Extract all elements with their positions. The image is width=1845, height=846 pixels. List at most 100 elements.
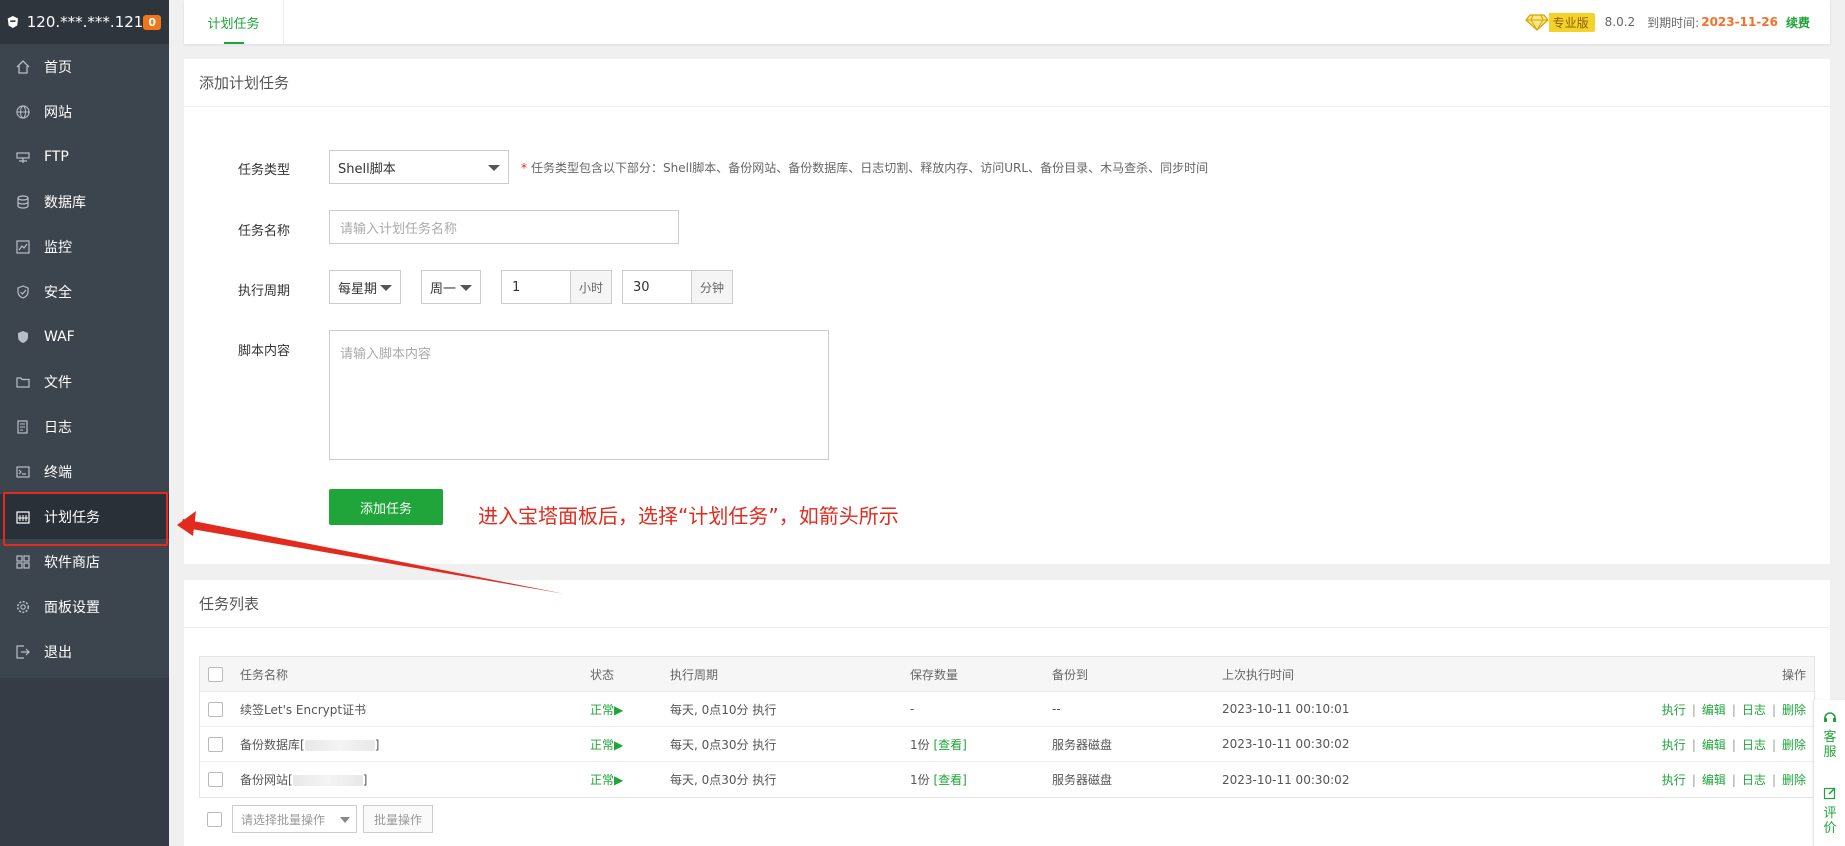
row-checkbox[interactable]: [208, 736, 223, 752]
version-number: 8.0.2: [1604, 15, 1636, 29]
sidebar-item-4[interactable]: 监控: [0, 224, 169, 269]
task-name: 备份数据库[]: [240, 737, 380, 752]
run-link[interactable]: 执行: [1662, 773, 1686, 787]
monitor-icon: [16, 239, 30, 254]
delete-link[interactable]: 删除: [1782, 773, 1806, 787]
task-dest: 服务器磁盘: [1052, 773, 1113, 787]
run-link[interactable]: 执行: [1662, 703, 1686, 717]
row-checkbox[interactable]: [208, 772, 223, 787]
table-row: 备份网站[] 正常▶ 每天, 0点30分 执行 1份 [查看] 服务器磁盘 20…: [200, 762, 1814, 797]
minute-input[interactable]: 30: [622, 270, 693, 304]
annotation-text: 进入宝塔面板后，选择“计划任务”，如箭头所示: [478, 504, 899, 528]
log-link[interactable]: 日志: [1742, 773, 1766, 787]
task-period: 每天, 0点30分 执行: [670, 737, 777, 752]
period-type-select[interactable]: 每星期: [329, 270, 401, 304]
sidebar-item-label: WAF: [44, 328, 75, 345]
server-ip: 120.***.***.121: [26, 13, 144, 31]
sidebar-item-label: 安全: [44, 284, 72, 301]
sidebar-item-13[interactable]: 退出: [0, 629, 169, 674]
sidebar-item-label: 首页: [44, 59, 72, 76]
sidebar: 120.***.***.121 0 首页网站 FTP 数据库 监控安全 WAF 文件日志终…: [0, 0, 169, 846]
sidebar-item-label: 日志: [44, 419, 72, 436]
logout-icon: [16, 644, 30, 659]
run-link[interactable]: 执行: [1662, 738, 1686, 752]
hour-input[interactable]: 1: [501, 270, 571, 304]
sidebar-item-label: FTP: [44, 148, 69, 165]
col-last-run: 上次执行时间: [1222, 667, 1295, 682]
batch-action-select[interactable]: 请选择批量操作: [232, 805, 357, 833]
task-last-run: 2023-10-11 00:30:02: [1222, 737, 1350, 751]
edit-link[interactable]: 编辑: [1702, 738, 1726, 752]
row-ops: 执行 | 编辑 | 日志 | 删除: [1661, 773, 1806, 787]
sidebar-item-label: 面板设置: [44, 599, 100, 616]
add-task-button[interactable]: 添加任务: [329, 489, 443, 525]
period-label: 执行周期: [237, 284, 290, 299]
pro-badge[interactable]: 专业版: [1524, 12, 1595, 32]
delete-link[interactable]: 删除: [1782, 738, 1806, 752]
script-textarea[interactable]: 请输入脚本内容: [329, 330, 829, 460]
col-name: 任务名称: [240, 667, 289, 682]
view-backup-link[interactable]: [查看]: [933, 773, 966, 787]
period-type-value: 每星期: [338, 281, 378, 297]
sidebar-item-5[interactable]: 安全: [0, 269, 169, 314]
view-backup-link[interactable]: [查看]: [933, 738, 966, 752]
apps-icon: [16, 554, 30, 569]
table-row: 备份数据库[] 正常▶ 每天, 0点30分 执行 1份 [查看] 服务器磁盘 2…: [200, 727, 1814, 762]
hour-unit: 小时: [571, 270, 613, 304]
select-all-checkbox[interactable]: [208, 666, 223, 682]
minute-unit: 分钟: [692, 270, 734, 304]
sidebar-item-label: 文件: [44, 374, 72, 391]
weekday-select[interactable]: 周一: [421, 270, 481, 304]
sidebar-item-label: 网站: [44, 104, 72, 121]
task-save: -: [910, 702, 915, 716]
task-status[interactable]: 正常▶: [590, 701, 623, 718]
row-checkbox[interactable]: [208, 701, 223, 717]
sidebar-item-12[interactable]: 面板设置: [0, 584, 169, 629]
review-label: 评价: [1823, 806, 1837, 836]
sidebar-item-label: 退出: [44, 644, 72, 661]
renew-link[interactable]: 续费: [1786, 14, 1810, 31]
sidebar-item-0[interactable]: 首页: [0, 44, 169, 89]
script-label: 脚本内容: [237, 344, 290, 359]
delete-link[interactable]: 删除: [1782, 703, 1806, 717]
task-name-input[interactable]: 请输入计划任务名称: [329, 210, 679, 244]
task-type-hint: * 任务类型包含以下部分：Shell脚本、备份网站、备份数据库、日志切割、释放内存…: [521, 160, 1209, 175]
log-link[interactable]: 日志: [1742, 738, 1766, 752]
batch-action-button[interactable]: 批量操作: [363, 805, 434, 833]
top-bar: 计划任务 专业版 8.0.2 到期时间: 2023-11-26 续费: [184, 0, 1830, 44]
database-icon: [17, 194, 29, 209]
log-link[interactable]: 日志: [1742, 703, 1766, 717]
col-period: 执行周期: [670, 667, 719, 682]
sidebar-item-7[interactable]: 文件: [0, 359, 169, 404]
sidebar-item-1[interactable]: 网站: [0, 89, 169, 134]
sidebar-item-11[interactable]: 软件商店: [0, 539, 169, 584]
batch-select-all-checkbox[interactable]: [207, 811, 222, 827]
sidebar-item-label: 软件商店: [44, 554, 100, 571]
ftp-icon: [16, 151, 30, 163]
sidebar-item-6[interactable]: WAF: [0, 314, 169, 359]
task-last-run: 2023-10-11 00:10:01: [1222, 702, 1350, 716]
terminal-icon: [16, 465, 30, 478]
edit-link[interactable]: 编辑: [1702, 703, 1726, 717]
edit-link[interactable]: 编辑: [1702, 773, 1726, 787]
task-status[interactable]: 正常▶: [590, 736, 623, 753]
task-type-select[interactable]: Shell脚本: [329, 150, 509, 184]
version-info: 专业版 8.0.2 到期时间: 2023-11-26 续费: [1524, 0, 1810, 44]
sidebar-item-2[interactable]: FTP: [0, 134, 169, 179]
col-status: 状态: [590, 667, 615, 682]
task-type-label: 任务类型: [237, 163, 290, 178]
task-status[interactable]: 正常▶: [590, 771, 623, 788]
waf-icon: [18, 330, 28, 343]
sidebar-item-10[interactable]: 计划任务: [0, 492, 169, 546]
sidebar-item-8[interactable]: 日志: [0, 404, 169, 449]
sidebar-item-3[interactable]: 数据库: [0, 179, 169, 224]
tab-crontab[interactable]: 计划任务: [184, 0, 284, 44]
review-button[interactable]: 评价: [1814, 786, 1845, 836]
task-save: 1份 [查看]: [910, 737, 967, 752]
expire-date: 2023-11-26: [1701, 15, 1778, 29]
sidebar-item-9[interactable]: 终端: [0, 449, 169, 494]
customer-service-button[interactable]: 客服: [1814, 710, 1845, 760]
batch-action-placeholder: 请选择批量操作: [241, 812, 326, 827]
customer-service-label: 客服: [1823, 730, 1837, 760]
message-count-badge[interactable]: 0: [143, 14, 161, 30]
